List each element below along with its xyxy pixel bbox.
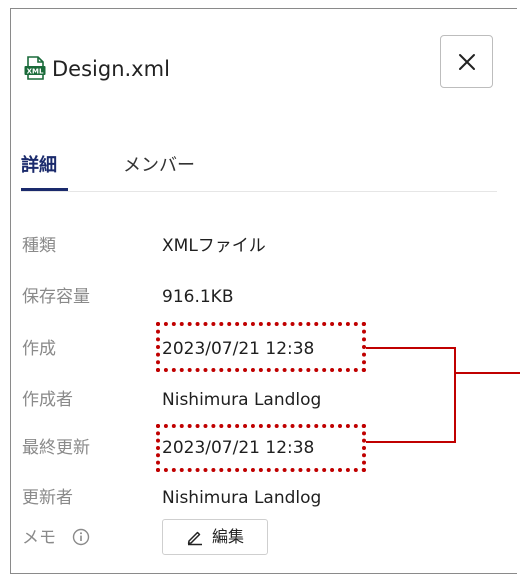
svg-text:XML: XML [27,67,44,75]
creator-value: Nishimura Landlog [162,390,322,410]
connector-line-top [366,347,455,349]
storage-value: 916.1KB [162,287,234,307]
tab-divider [21,191,497,192]
file-title: Design.xml [52,57,170,81]
type-value: XMLファイル [162,236,266,256]
modified-highlight-box [156,424,366,472]
pencil-icon [187,531,202,546]
created-label: 作成 [22,339,56,359]
tab-details[interactable]: 詳細 [21,153,57,179]
type-label: 種類 [22,236,56,256]
created-highlight-box [156,322,366,372]
close-button[interactable] [440,35,493,88]
memo-label: メモ [22,528,56,548]
modifier-label: 更新者 [22,488,73,508]
connector-line-out [454,372,520,374]
tab-members[interactable]: メンバー [123,153,195,179]
info-icon[interactable] [72,528,90,546]
xml-file-icon: XML [24,56,46,80]
close-icon [458,53,475,70]
last-modified-label: 最終更新 [22,438,90,458]
storage-label: 保存容量 [22,287,90,307]
edit-memo-label: 編集 [211,527,244,546]
connector-line-vertical [454,347,456,443]
connector-line-bottom [366,441,455,443]
creator-label: 作成者 [22,390,73,410]
edit-memo-button[interactable]: 編集 [162,519,268,555]
modifier-value: Nishimura Landlog [162,488,322,508]
